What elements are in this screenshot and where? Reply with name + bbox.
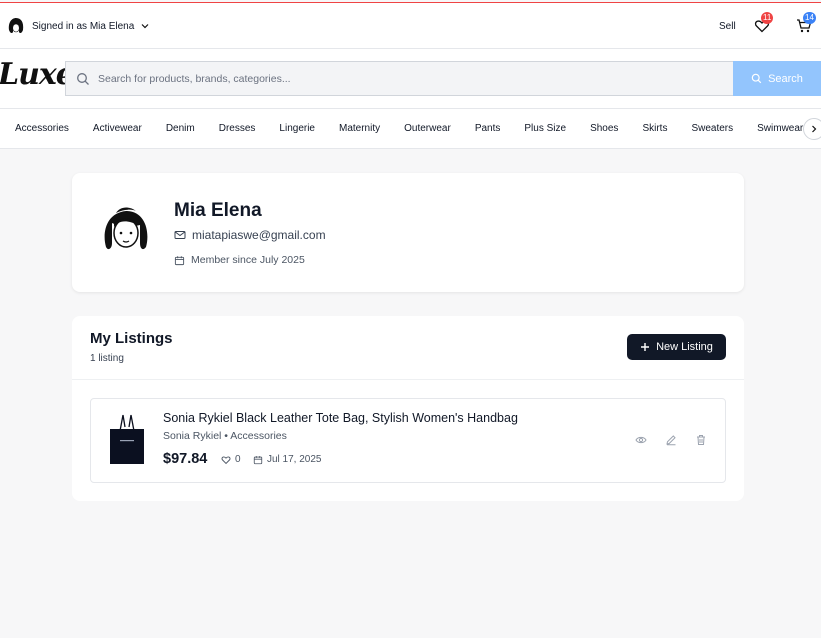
category-link-skirts[interactable]: Skirts [642,123,667,134]
cart-count-badge: 14 [803,12,816,24]
calendar-icon [174,255,185,265]
category-link-pants[interactable]: Pants [475,123,501,134]
listings-header: My Listings 1 listing New Listing [72,316,744,380]
view-listing-eye-icon[interactable] [635,434,647,446]
edit-listing-pencil-icon[interactable] [665,434,677,446]
category-link-sweaters[interactable]: Sweaters [691,123,733,134]
profile-email: miatapiaswe@gmail.com [174,228,326,242]
category-link-plus-size[interactable]: Plus Size [524,123,566,134]
listing-title[interactable]: Sonia Rykiel Black Leather Tote Bag, Sty… [163,411,518,425]
category-link-lingerie[interactable]: Lingerie [279,123,315,134]
account-menu[interactable]: Signed in as Mia Elena [6,16,150,36]
calendar-icon [253,455,263,464]
member-since-text: Member since July 2025 [191,254,305,266]
category-list: Accessories Activewear Denim Dresses Lingeri… [15,123,821,134]
listing-price: $97.84 [163,451,208,467]
listings-count: 1 listing [90,353,124,364]
category-bar: Accessories Activewear Denim Dresses Lingeri… [0,109,821,149]
heart-icon [221,455,231,464]
chevron-down-icon [141,24,149,29]
search-row: Luxe Search [0,49,821,109]
new-listing-label: New Listing [656,341,713,353]
signed-in-label: Signed in as Mia Elena [32,20,135,32]
profile-member-since: Member since July 2025 [174,254,305,266]
top-bar: Signed in as Mia Elena Sell 11 14 [0,3,821,49]
listing-thumbnail[interactable] [107,413,147,467]
listing-likes: 0 [221,454,241,465]
user-avatar [6,16,26,36]
plus-icon [641,343,650,351]
sell-link[interactable]: Sell [719,21,736,32]
listing-meta: Sonia Rykiel • Accessories [163,430,287,442]
category-link-denim[interactable]: Denim [166,123,195,134]
search-button-label: Search [768,72,803,85]
delete-listing-trash-icon[interactable] [695,434,707,446]
category-link-activewear[interactable]: Activewear [93,123,142,134]
profile-name: Mia Elena [174,200,262,221]
new-listing-button[interactable]: New Listing [627,334,726,360]
listing-date: Jul 17, 2025 [253,454,322,465]
listings-card: My Listings 1 listing New Listing Sonia … [72,316,744,501]
category-link-accessories[interactable]: Accessories [15,123,69,134]
cart-button[interactable]: 14 [796,12,816,34]
wishlist-count-badge: 11 [761,12,774,24]
wishlist-button[interactable]: 11 [754,12,774,34]
category-scroll-next[interactable] [803,118,821,140]
chevron-right-icon [812,125,817,133]
profile-email-text: miatapiaswe@gmail.com [192,228,326,242]
brand-logo[interactable]: Luxe [0,57,75,92]
search-icon [751,73,762,84]
listing-likes-count: 0 [235,454,241,465]
search-button[interactable]: Search [733,61,821,96]
category-link-outerwear[interactable]: Outerwear [404,123,451,134]
profile-avatar [104,207,148,250]
search-icon [77,72,89,85]
category-link-maternity[interactable]: Maternity [339,123,380,134]
listing-item[interactable]: Sonia Rykiel Black Leather Tote Bag, Sty… [90,398,726,483]
search-box [65,61,733,96]
search-input[interactable] [98,72,698,85]
mail-icon [174,231,186,239]
profile-card: Mia Elena miatapiaswe@gmail.com Member s… [72,173,744,292]
listings-title: My Listings [90,330,173,347]
category-link-shoes[interactable]: Shoes [590,123,618,134]
category-link-dresses[interactable]: Dresses [219,123,256,134]
category-link-swimwear[interactable]: Swimwear [757,123,803,134]
listing-date-text: Jul 17, 2025 [267,454,322,465]
